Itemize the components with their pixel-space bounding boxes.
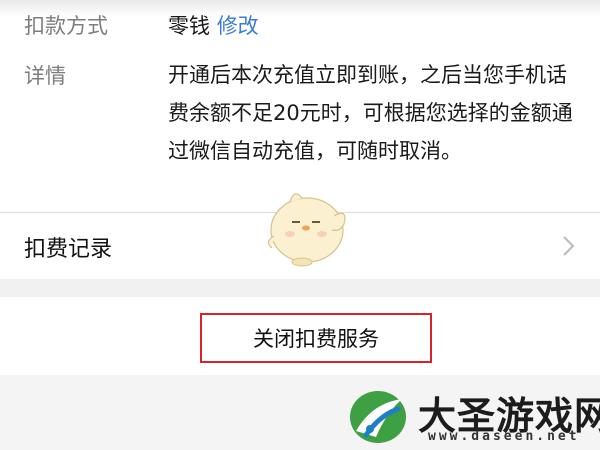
payment-method-value: 零钱 修改 bbox=[168, 10, 259, 40]
section-gap bbox=[0, 279, 600, 297]
watermark-logo: 大圣游戏网 www.daseen.net bbox=[346, 383, 600, 447]
payment-method-text: 零钱 bbox=[168, 14, 210, 38]
charge-records-label: 扣费记录 bbox=[24, 237, 113, 262]
site-logo-icon bbox=[350, 391, 406, 443]
chick-mascot-icon bbox=[267, 193, 346, 267]
modify-link[interactable]: 修改 bbox=[217, 14, 259, 38]
chevron-right-icon bbox=[563, 236, 575, 256]
details-text: 开通后本次充值立即到账，之后当您手机话费余额不足20元时，可根据您选择的金额通过… bbox=[168, 63, 573, 163]
details-label: 详情 bbox=[24, 64, 66, 88]
close-service-button[interactable]: 关闭扣费服务 bbox=[200, 313, 432, 363]
action-area: 关闭扣费服务 bbox=[0, 297, 600, 375]
watermark-url: www.daseen.net bbox=[428, 429, 580, 444]
payment-method-label: 扣款方式 bbox=[24, 14, 108, 38]
